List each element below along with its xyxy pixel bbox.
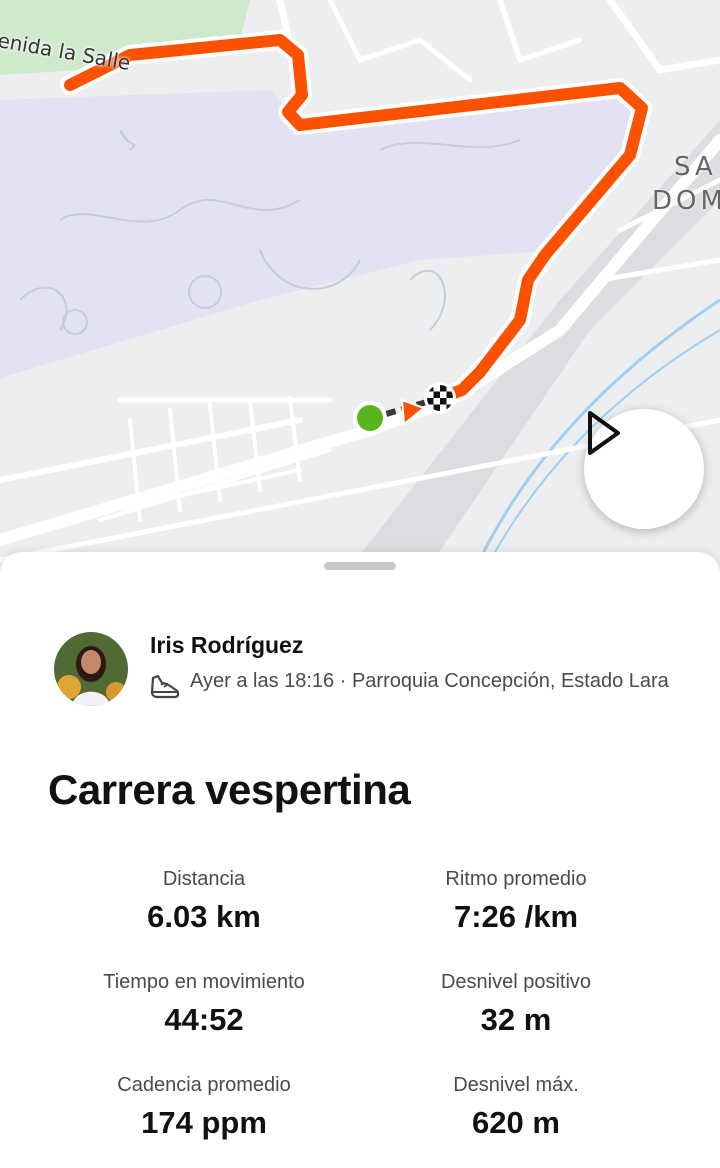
stat-cadence: Cadencia promedio 174 ppm: [54, 1074, 354, 1141]
drag-handle[interactable]: [324, 562, 396, 570]
activity-sheet: Iris Rodríguez Ayer a las 18:16 · Parroq…: [0, 552, 720, 1168]
stat-max-elevation: Desnivel máx. 620 m: [366, 1074, 666, 1141]
stat-label: Desnivel positivo: [440, 971, 592, 993]
play-triangle-icon: [588, 411, 620, 455]
stat-value: 6.03 km: [147, 899, 261, 934]
stat-label: Cadencia promedio: [117, 1074, 291, 1096]
running-shoe-icon: [150, 674, 180, 699]
stat-value: 44:52: [164, 1002, 244, 1037]
stat-pace: Ritmo promedio 7:26 /km: [366, 868, 666, 935]
athlete-name[interactable]: Iris Rodríguez: [150, 632, 303, 659]
avatar[interactable]: [54, 632, 128, 706]
stat-label: Ritmo promedio: [445, 868, 587, 890]
stat-value: 620 m: [472, 1105, 560, 1140]
stat-label: Tiempo en movimiento: [103, 971, 305, 993]
stat-elevation-gain: Desnivel positivo 32 m: [366, 971, 666, 1038]
stat-value: 174 ppm: [141, 1105, 267, 1140]
finish-flag-icon: [424, 382, 456, 414]
stat-moving-time: Tiempo en movimiento 44:52: [54, 971, 354, 1038]
activity-title: Carrera vespertina: [48, 766, 411, 813]
stat-label: Desnivel máx.: [453, 1074, 579, 1096]
area-label-line1: SA: [674, 152, 717, 182]
play-button[interactable]: [584, 409, 704, 529]
stat-value: 7:26 /km: [453, 899, 579, 934]
stat-distance: Distancia 6.03 km: [54, 868, 354, 935]
activity-meta: Ayer a las 18:16 · Parroquia Concepción,…: [190, 670, 669, 692]
route-map[interactable]: enida la Salle SA DOM: [0, 0, 720, 580]
stat-label: Distancia: [162, 868, 246, 890]
stat-value: 32 m: [480, 1002, 552, 1037]
area-label-line2: DOM: [652, 186, 720, 216]
